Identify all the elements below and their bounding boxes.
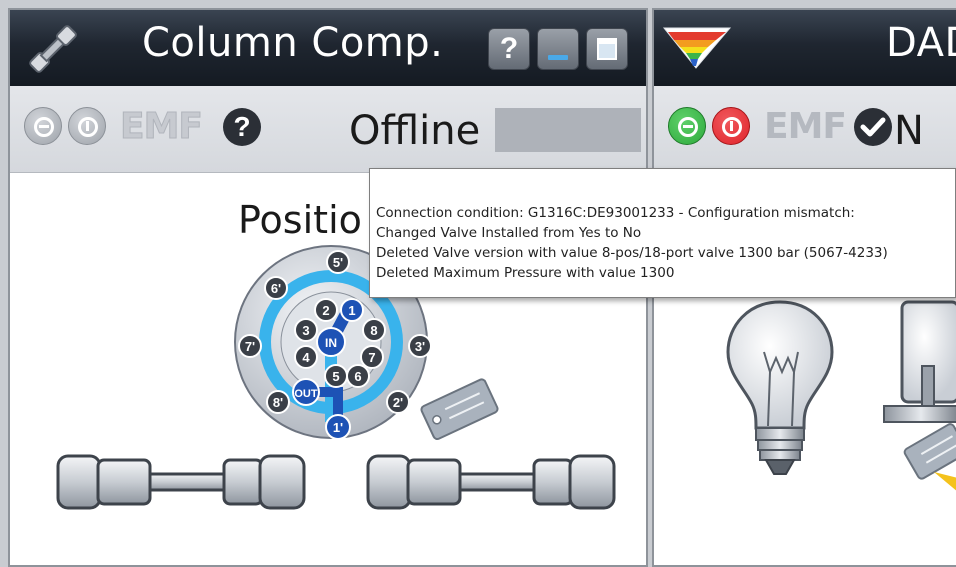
port-2-prime: 2': [386, 390, 410, 414]
column-left-icon[interactable]: [52, 446, 312, 516]
svg-text:IN: IN: [325, 336, 337, 350]
port-4: 4: [294, 345, 318, 369]
port-5-prime: 5': [326, 250, 350, 274]
dad-titlebar: DAD: [654, 10, 956, 87]
help-icon: ?: [499, 32, 519, 65]
svg-text:4: 4: [302, 350, 310, 365]
maximize-icon: [597, 38, 617, 60]
column-icon: [29, 25, 77, 73]
spectrum-icon: [662, 27, 732, 69]
dad-toolbar: EMF N: [654, 86, 956, 173]
svg-text:1: 1: [348, 303, 355, 318]
svg-text:7': 7': [245, 339, 255, 354]
minimize-icon: [548, 55, 568, 60]
connection-tooltip: Connection condition: G1316C:DE93001233 …: [369, 168, 956, 298]
tooltip-line: Deleted Maximum Pressure with value 1300: [376, 265, 675, 281]
port-7-prime: 7': [238, 334, 262, 358]
valve-position-label: Positio: [238, 198, 362, 242]
svg-text:7: 7: [368, 350, 375, 365]
standby-icon: [34, 117, 54, 137]
svg-text:2: 2: [322, 303, 329, 318]
svg-text:3': 3': [415, 339, 425, 354]
valve-tag-icon: [420, 378, 499, 441]
emf-label: EMF: [764, 106, 847, 147]
port-1: 1: [340, 298, 364, 322]
svg-text:2': 2': [393, 395, 403, 410]
power-icon: [78, 117, 98, 137]
lamp-deuterium-icon[interactable]: [874, 296, 956, 496]
svg-text:3: 3: [302, 323, 309, 338]
valve-in-port: IN: [316, 327, 346, 357]
power-button[interactable]: [68, 107, 106, 145]
checkmark-icon[interactable]: [854, 108, 892, 146]
port-2: 2: [314, 298, 338, 322]
svg-text:6': 6': [271, 281, 281, 296]
svg-text:5: 5: [332, 369, 339, 384]
power-button[interactable]: [712, 107, 750, 145]
standby-button[interactable]: [668, 107, 706, 145]
svg-text:OUT: OUT: [294, 388, 318, 400]
svg-text:6: 6: [354, 369, 361, 384]
port-3-prime: 3': [408, 334, 432, 358]
standby-button[interactable]: [24, 107, 62, 145]
port-8-prime: 8': [266, 390, 290, 414]
port-6-prime: 6': [264, 276, 288, 300]
column-right-icon[interactable]: [362, 446, 622, 516]
status-indicator-box: [495, 108, 641, 152]
svg-text:8': 8': [273, 395, 283, 410]
svg-text:8: 8: [370, 323, 377, 338]
lamp-bulb-icon[interactable]: [720, 296, 840, 486]
power-icon: [722, 117, 742, 137]
column-comp-toolbar: EMF ? Offline: [10, 86, 646, 173]
port-5: 5: [324, 364, 348, 388]
port-1-prime: 1': [325, 414, 351, 440]
status-text: Offline: [349, 108, 481, 154]
tooltip-line: Connection condition: G1316C:DE93001233 …: [376, 205, 855, 221]
minimize-button[interactable]: [537, 28, 579, 70]
valve-out-port: OUT: [292, 378, 320, 406]
maximize-button[interactable]: [586, 28, 628, 70]
column-comp-titlebar: Column Comp. ?: [10, 10, 646, 87]
port-6: 6: [346, 364, 370, 388]
status-text: N: [894, 108, 924, 154]
port-3: 3: [294, 318, 318, 342]
svg-text:1': 1': [333, 420, 343, 435]
question-icon[interactable]: ?: [223, 108, 261, 146]
panel-title: DAD: [886, 20, 956, 66]
port-8: 8: [362, 318, 386, 342]
tooltip-line: Changed Valve Installed from Yes to No: [376, 225, 642, 241]
panel-title: Column Comp.: [142, 20, 444, 66]
tooltip-line: Deleted Valve version with value 8-pos/1…: [376, 245, 888, 261]
help-button[interactable]: ?: [488, 28, 530, 70]
svg-text:5': 5': [333, 255, 343, 270]
port-7: 7: [360, 345, 384, 369]
standby-icon: [678, 117, 698, 137]
emf-label: EMF: [119, 106, 203, 148]
